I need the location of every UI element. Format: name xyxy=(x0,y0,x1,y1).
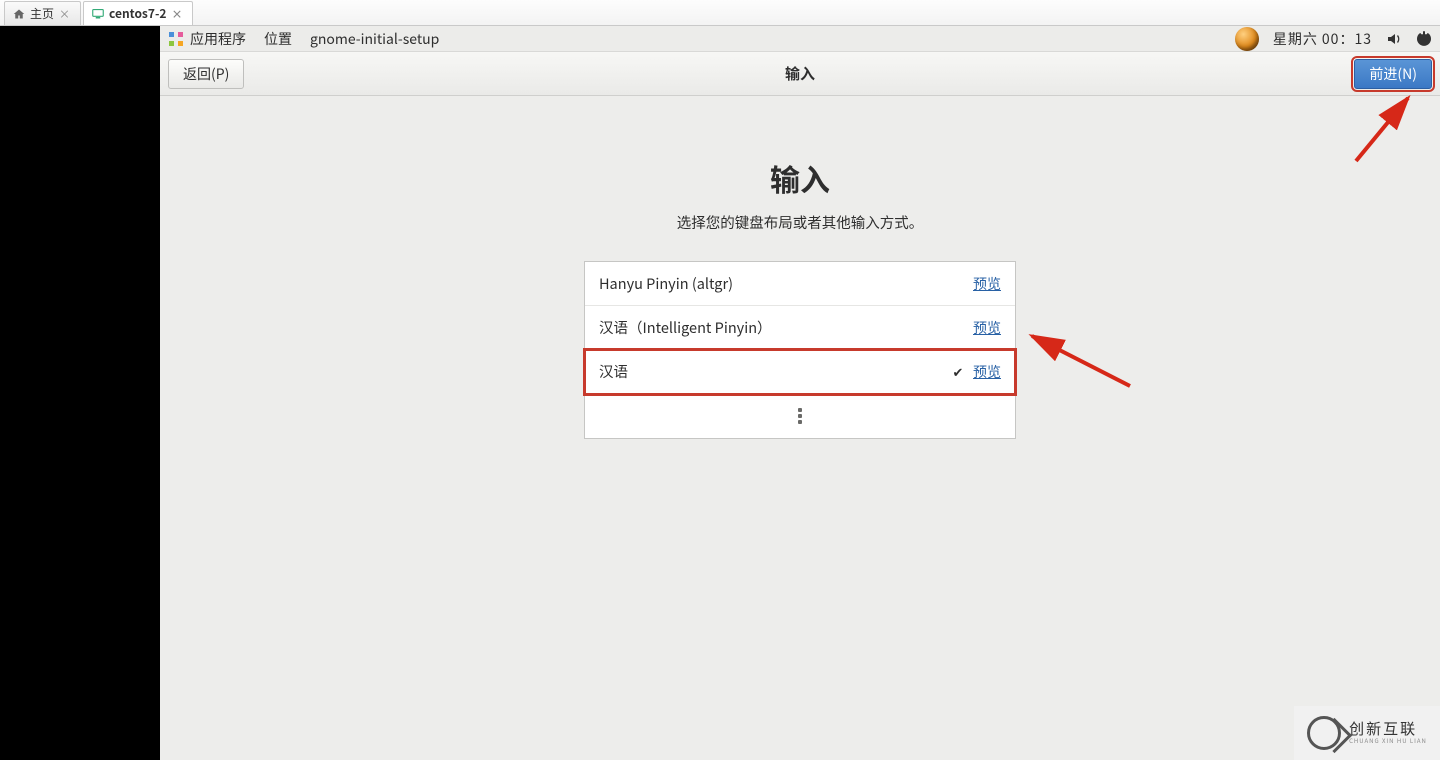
page-subtitle: 选择您的键盘布局或者其他输入方式。 xyxy=(677,212,924,233)
page-title: 输入 xyxy=(770,156,830,200)
check-icon: ✔ xyxy=(951,362,965,381)
vm-letterbox xyxy=(0,26,160,760)
preview-link[interactable]: 预览 xyxy=(973,362,1001,382)
gnome-top-panel: 应用程序 位置 gnome-initial-setup 星期六 00：13 xyxy=(160,26,1440,52)
close-icon[interactable]: × xyxy=(171,6,182,22)
keyboard-row-selected[interactable]: 汉语 ✔ 预览 xyxy=(585,350,1015,394)
applications-label: 应用程序 xyxy=(190,29,246,49)
keyboard-label: 汉语 xyxy=(599,361,943,382)
more-icon xyxy=(798,408,802,424)
keyboard-row[interactable]: Hanyu Pinyin (altgr) 预览 xyxy=(585,262,1015,306)
vm-tab-home[interactable]: 主页 × xyxy=(4,1,81,25)
applications-menu[interactable]: 应用程序 xyxy=(168,29,246,49)
watermark-line2: CHUANG XIN HU LIAN xyxy=(1349,738,1427,745)
back-button[interactable]: 返回(P) xyxy=(168,59,244,89)
keyboard-row[interactable]: 汉语（Intelligent Pinyin） 预览 xyxy=(585,306,1015,350)
abrt-notification-icon[interactable] xyxy=(1235,27,1259,51)
more-layouts-button[interactable] xyxy=(585,394,1015,438)
clock-day: 星期六 xyxy=(1273,29,1318,49)
home-icon xyxy=(13,8,25,20)
guest-desktop: 应用程序 位置 gnome-initial-setup 星期六 00：13 返回… xyxy=(160,26,1440,760)
vm-tab-centos[interactable]: centos7-2 × xyxy=(83,1,193,25)
vm-tab-bar: 主页 × centos7-2 × xyxy=(0,0,1440,26)
preview-link[interactable]: 预览 xyxy=(973,318,1001,338)
monitor-icon xyxy=(92,8,104,20)
next-button[interactable]: 前进(N) xyxy=(1354,59,1432,89)
headerbar-title: 输入 xyxy=(160,63,1440,84)
power-icon[interactable] xyxy=(1416,31,1432,47)
vm-tab-centos-label: centos7-2 xyxy=(109,5,166,22)
keyboard-label: 汉语（Intelligent Pinyin） xyxy=(599,317,943,338)
setup-headerbar: 返回(P) 输入 前进(N) xyxy=(160,52,1440,96)
places-menu[interactable]: 位置 xyxy=(264,29,292,49)
current-app-name[interactable]: gnome-initial-setup xyxy=(310,29,439,49)
watermark: 创新互联 CHUANG XIN HU LIAN xyxy=(1294,706,1440,760)
activities-icon xyxy=(168,31,184,47)
close-icon[interactable]: × xyxy=(59,6,70,22)
page-content: 输入 选择您的键盘布局或者其他输入方式。 Hanyu Pinyin (altgr… xyxy=(160,96,1440,760)
panel-clock[interactable]: 星期六 00：13 xyxy=(1273,29,1372,49)
watermark-logo-icon xyxy=(1307,716,1341,750)
keyboard-listbox: Hanyu Pinyin (altgr) 预览 汉语（Intelligent P… xyxy=(584,261,1016,439)
clock-time: 00：13 xyxy=(1322,29,1372,49)
volume-icon[interactable] xyxy=(1386,31,1402,47)
keyboard-label: Hanyu Pinyin (altgr) xyxy=(599,273,943,294)
vm-tab-home-label: 主页 xyxy=(30,5,54,22)
preview-link[interactable]: 预览 xyxy=(973,274,1001,294)
